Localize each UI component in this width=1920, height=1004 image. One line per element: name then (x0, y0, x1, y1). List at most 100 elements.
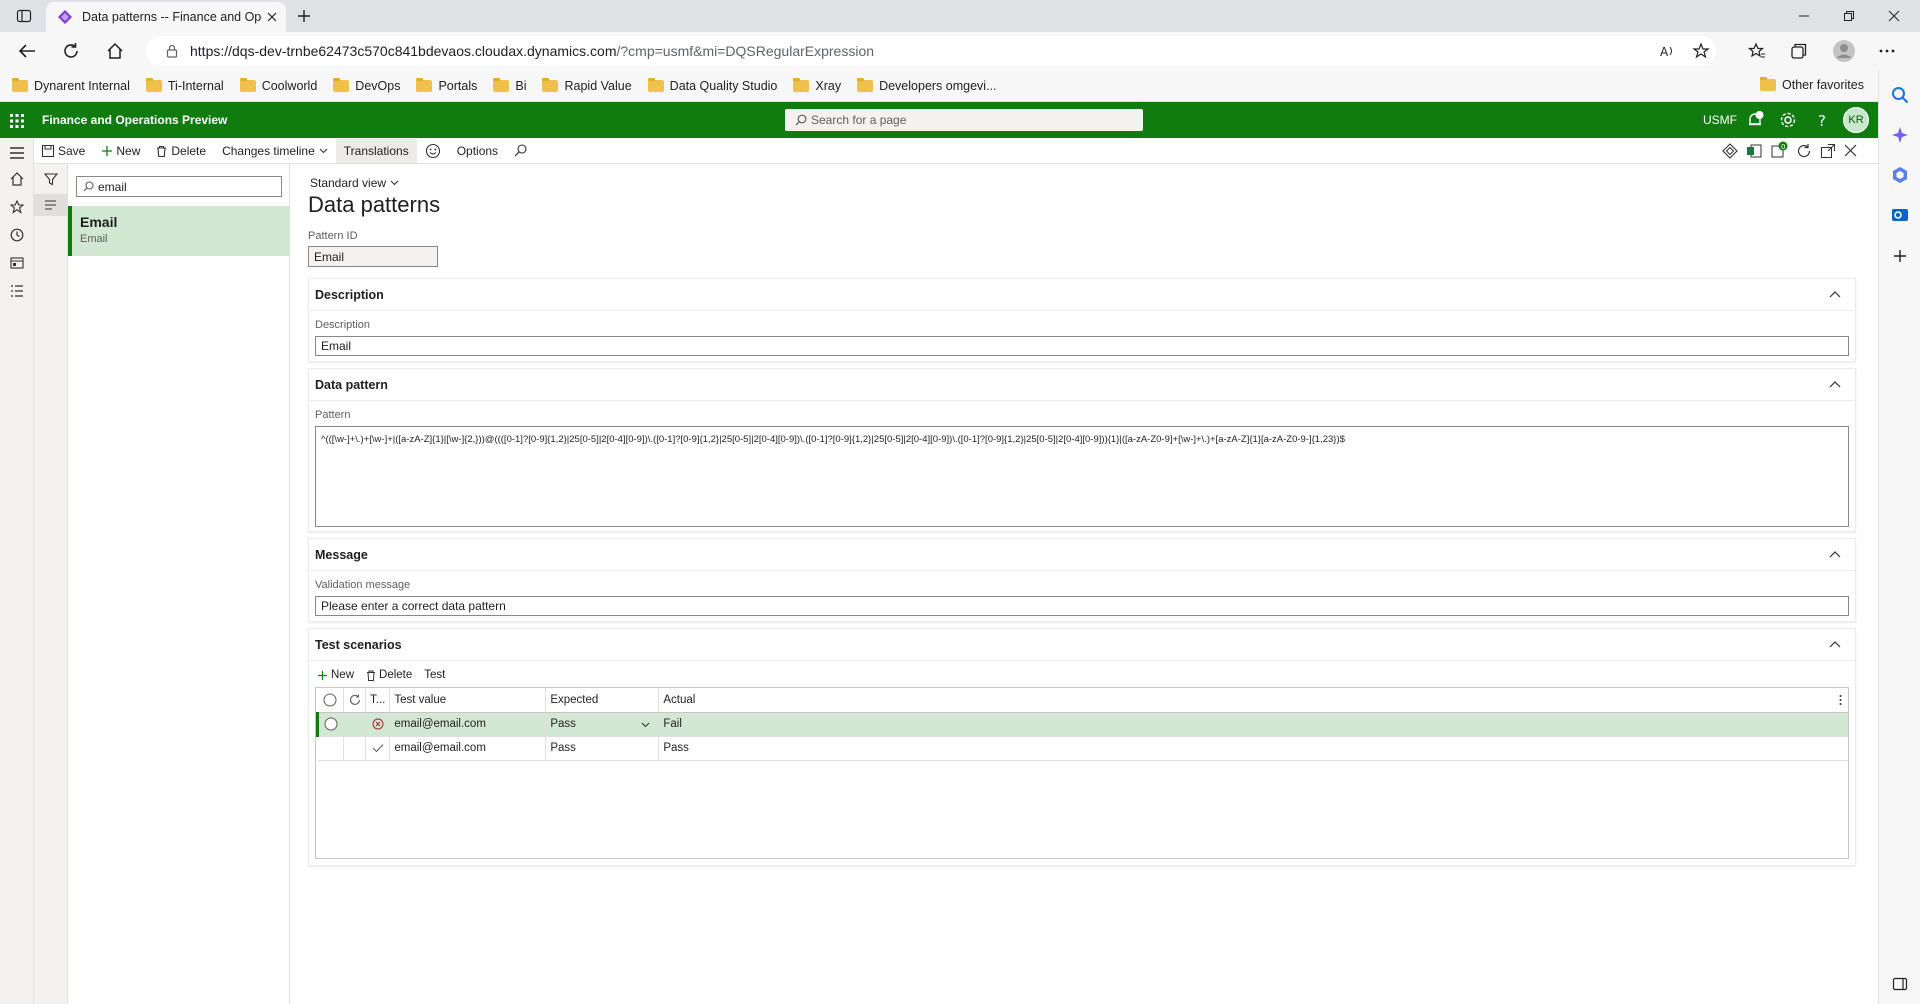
pattern-id-field[interactable]: Email (308, 246, 438, 267)
description-field[interactable]: Email (315, 336, 1849, 356)
list-item-title: Email (80, 214, 118, 230)
profile-icon[interactable] (1832, 39, 1856, 63)
favorite-item[interactable]: DevOps (333, 77, 400, 93)
filter-strip (34, 164, 68, 1004)
save-button[interactable]: Save (34, 139, 93, 163)
new-tab-icon[interactable] (296, 8, 312, 24)
test-run-button[interactable]: Test (424, 669, 445, 681)
view-selector[interactable]: Standard view (310, 176, 399, 190)
changes-timeline-button[interactable]: Changes timeline (214, 139, 336, 163)
test-new-button[interactable]: New (317, 669, 354, 681)
app-launcher-icon[interactable] (10, 114, 24, 128)
hamburger-menu-icon[interactable] (9, 146, 25, 160)
pattern-textarea[interactable]: ^(([\w-]+\.)+[\w-]+|([a-zA-Z]{1}|[\w-]{2… (315, 426, 1849, 527)
copilot-icon[interactable] (1891, 126, 1909, 144)
data-pattern-section-header[interactable]: Data pattern (309, 369, 1855, 401)
svg-text:A: A (1660, 45, 1669, 58)
row-expected[interactable]: Pass (545, 736, 660, 761)
back-icon[interactable] (18, 43, 36, 59)
close-icon[interactable] (1844, 144, 1857, 157)
favorite-item[interactable]: Ti-Internal (145, 77, 224, 93)
col-header-test-value[interactable]: Test value (389, 688, 547, 713)
select-all-checkbox[interactable] (317, 688, 344, 713)
modules-list-icon[interactable] (10, 284, 24, 298)
attachments-icon[interactable]: 0 (1770, 141, 1788, 159)
table-row[interactable]: email@email.com Pass Fail (316, 712, 1848, 737)
sidebar-settings-icon[interactable] (1892, 976, 1908, 992)
column-options-icon[interactable] (1839, 694, 1842, 706)
favorite-item[interactable]: Dynarent Internal (12, 77, 130, 93)
plus-icon (101, 145, 113, 157)
help-icon[interactable]: ? (1813, 111, 1831, 129)
favorite-item[interactable]: Developers omgevi... (857, 77, 997, 93)
power-apps-icon[interactable] (1722, 143, 1738, 159)
favorite-item[interactable]: Rapid Value (542, 77, 632, 93)
address-bar[interactable]: https://dqs-dev-trnbe62473c570c841bdevao… (146, 36, 1716, 66)
favorites-icon[interactable] (1748, 42, 1766, 60)
col-header-t[interactable]: T... (365, 688, 391, 713)
favorite-item[interactable]: Data Quality Studio (647, 77, 777, 93)
row-select-checkbox[interactable] (316, 712, 344, 737)
delete-button[interactable]: Delete (148, 139, 214, 163)
row-test-value[interactable]: email@email.com (389, 736, 547, 761)
feedback-icon[interactable] (417, 139, 449, 163)
favorite-star-icon[interactable] (1692, 42, 1710, 60)
open-new-window-icon[interactable] (1820, 143, 1836, 159)
read-aloud-icon[interactable]: A (1660, 44, 1676, 58)
tab-actions-icon[interactable] (16, 8, 32, 24)
browser-tab-active[interactable]: Data patterns -- Finance and Operations (46, 2, 286, 32)
home-icon[interactable] (10, 172, 24, 186)
row-expected-select[interactable]: Pass (545, 712, 660, 737)
description-label: Description (315, 319, 371, 331)
minimize-icon[interactable] (1798, 10, 1810, 22)
close-window-icon[interactable] (1888, 10, 1900, 22)
global-search-input[interactable]: Search for a page (785, 109, 1143, 131)
col-header-actual[interactable]: Actual (658, 688, 1848, 713)
refresh-icon[interactable] (62, 42, 80, 60)
refresh-icon[interactable] (1796, 143, 1812, 159)
options-tab[interactable]: Options (449, 139, 506, 163)
notifications-icon[interactable] (1746, 111, 1764, 129)
row-select-cell[interactable] (317, 736, 344, 761)
description-section-header[interactable]: Description (309, 279, 1855, 311)
collections-icon[interactable] (1790, 42, 1808, 60)
test-scenarios-section-header[interactable]: Test scenarios (309, 629, 1855, 661)
col-header-expected[interactable]: Expected (545, 688, 660, 713)
list-filter-input[interactable]: email (76, 176, 282, 197)
dynamics-logo-icon (58, 10, 72, 24)
favorite-item[interactable]: Bi (493, 77, 526, 93)
action-pane: Save New Delete Changes timeline Transla… (34, 138, 1878, 164)
favorite-item[interactable]: Coolworld (239, 77, 317, 93)
filter-funnel-icon[interactable] (44, 172, 58, 186)
new-button[interactable]: New (93, 139, 148, 163)
table-row[interactable]: email@email.com Pass Pass (317, 736, 1848, 761)
user-avatar[interactable]: KR (1843, 107, 1869, 133)
list-view-toggle[interactable] (34, 194, 67, 216)
row-test-value[interactable]: email@email.com (389, 712, 547, 737)
other-favorites[interactable]: Other favorites (1760, 77, 1864, 92)
validation-message-field[interactable]: Please enter a correct data pattern (315, 596, 1849, 616)
message-section-header[interactable]: Message (309, 539, 1855, 571)
close-tab-icon[interactable] (266, 11, 278, 23)
test-delete-button[interactable]: Delete (366, 669, 412, 681)
office-integration-icon[interactable] (1746, 143, 1762, 159)
favorites-star-icon[interactable] (10, 200, 24, 214)
refresh-icon[interactable] (343, 688, 366, 713)
action-search-icon[interactable] (506, 139, 535, 163)
restore-icon[interactable] (1843, 10, 1855, 22)
home-icon[interactable] (106, 42, 124, 60)
favorite-item[interactable]: Portals (416, 77, 477, 93)
list-item[interactable]: Email Email (68, 206, 290, 256)
search-icon[interactable] (1891, 86, 1909, 104)
office-icon[interactable] (1891, 166, 1909, 184)
favorite-item[interactable]: Xray (793, 77, 841, 93)
translations-button[interactable]: Translations (335, 138, 417, 163)
add-sidebar-app-icon[interactable] (1892, 248, 1908, 264)
workspaces-icon[interactable] (10, 256, 24, 270)
recent-clock-icon[interactable] (10, 228, 24, 242)
settings-gear-icon[interactable] (1779, 111, 1797, 129)
outlook-icon[interactable] (1891, 206, 1909, 224)
company-picker[interactable]: USMF (1703, 113, 1737, 127)
chevron-down-icon (641, 722, 650, 728)
more-menu-icon[interactable] (1878, 49, 1896, 53)
